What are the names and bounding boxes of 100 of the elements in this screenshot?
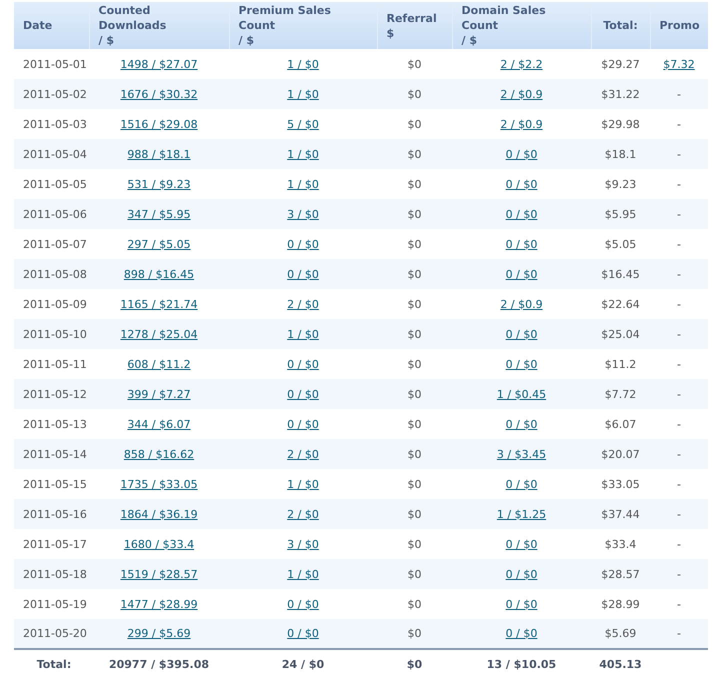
table-link[interactable]: 0 / $0 bbox=[506, 478, 538, 490]
table-link[interactable]: 1 / $0 bbox=[287, 148, 319, 160]
table-cell: $33.4 bbox=[604, 538, 636, 550]
table-link[interactable]: 0 / $0 bbox=[506, 268, 538, 280]
table-link[interactable]: 0 / $0 bbox=[506, 418, 538, 430]
table-cell: $5.95 bbox=[604, 208, 636, 220]
table-cell: 2011-05-11 bbox=[23, 358, 87, 370]
table-link[interactable]: 1680 / $33.4 bbox=[124, 538, 194, 550]
table-link[interactable]: 0 / $0 bbox=[506, 568, 538, 580]
column-header: Premium Sales Count / $ bbox=[229, 2, 377, 49]
table-cell: - bbox=[677, 178, 681, 190]
table-cell: $0 bbox=[408, 418, 422, 430]
table-link[interactable]: 1 / $1.25 bbox=[496, 508, 546, 520]
table-cell: 2011-05-14 bbox=[23, 448, 87, 460]
table-cell: - bbox=[677, 118, 681, 130]
table-link[interactable]: 0 / $0 bbox=[287, 627, 319, 640]
table-cell: - bbox=[677, 148, 681, 160]
table-link[interactable]: 0 / $0 bbox=[506, 208, 538, 220]
table-cell: $0 bbox=[408, 328, 422, 340]
table-cell: $29.27 bbox=[601, 58, 640, 70]
table-link[interactable]: 1516 / $29.08 bbox=[120, 118, 198, 130]
table-link[interactable]: 0 / $0 bbox=[506, 178, 538, 190]
table-link[interactable]: 1 / $0 bbox=[287, 178, 319, 190]
table-link[interactable]: 3 / $0 bbox=[287, 208, 319, 220]
table-link[interactable]: 2 / $0 bbox=[287, 508, 319, 520]
table-link[interactable]: 0 / $0 bbox=[506, 238, 538, 250]
total-cell: $0 bbox=[406, 658, 422, 670]
total-cell: 20977 / $395.08 bbox=[108, 658, 210, 670]
table-link[interactable]: 2 / $0 bbox=[287, 298, 319, 310]
table-link[interactable]: 1 / $0.45 bbox=[496, 388, 546, 400]
table-link[interactable]: 0 / $0 bbox=[506, 328, 538, 340]
table-link[interactable]: 0 / $0 bbox=[506, 598, 538, 610]
table-link[interactable]: $7.32 bbox=[663, 58, 695, 70]
table-link[interactable]: 531 / $9.23 bbox=[127, 178, 191, 190]
table-link[interactable]: 0 / $0 bbox=[287, 268, 319, 280]
table-link[interactable]: 299 / $5.69 bbox=[127, 627, 191, 640]
table-link[interactable]: 399 / $7.27 bbox=[127, 388, 191, 400]
total-cell: 24 / $0 bbox=[282, 658, 324, 670]
table-link[interactable]: 0 / $0 bbox=[287, 358, 319, 370]
table-link[interactable]: 988 / $18.1 bbox=[127, 148, 191, 160]
table-cell: $0 bbox=[408, 627, 422, 640]
table-link[interactable]: 1477 / $28.99 bbox=[120, 598, 198, 610]
table-link[interactable]: 1 / $0 bbox=[287, 328, 319, 340]
table-link[interactable]: 0 / $0 bbox=[287, 388, 319, 400]
table-link[interactable]: 1 / $0 bbox=[287, 88, 319, 100]
column-header: Referral $ bbox=[377, 2, 452, 49]
table-cell: $0 bbox=[408, 388, 422, 400]
table-cell: - bbox=[677, 298, 681, 310]
table-cell: - bbox=[677, 598, 681, 610]
table-cell: 2011-05-05 bbox=[23, 178, 87, 190]
table-cell: $6.07 bbox=[604, 418, 636, 430]
table-cell: $0 bbox=[408, 358, 422, 370]
table-cell: $16.45 bbox=[601, 268, 640, 280]
total-cell: 13 / $10.05 bbox=[486, 658, 556, 670]
table-link[interactable]: 1165 / $21.74 bbox=[120, 298, 198, 310]
column-header: Total: bbox=[591, 2, 650, 49]
table-link[interactable]: 2 / $2.2 bbox=[500, 58, 543, 70]
table-link[interactable]: 0 / $0 bbox=[287, 418, 319, 430]
table-cell: $18.1 bbox=[604, 148, 636, 160]
table-link[interactable]: 2 / $0.9 bbox=[500, 88, 543, 100]
table-link[interactable]: 344 / $6.07 bbox=[127, 418, 191, 430]
table-link[interactable]: 0 / $0 bbox=[506, 148, 538, 160]
table-cell: $0 bbox=[408, 58, 422, 70]
table-cell: 2011-05-01 bbox=[23, 58, 87, 70]
table-link[interactable]: 2 / $0.9 bbox=[500, 118, 543, 130]
table-link[interactable]: 347 / $5.95 bbox=[127, 208, 191, 220]
table-cell: - bbox=[677, 627, 681, 640]
table-link[interactable]: 0 / $0 bbox=[506, 538, 538, 550]
table-cell: $0 bbox=[408, 598, 422, 610]
table-cell: $11.2 bbox=[604, 358, 636, 370]
table-cell: $0 bbox=[408, 178, 422, 190]
table-cell: $31.22 bbox=[601, 88, 640, 100]
table-link[interactable]: 0 / $0 bbox=[287, 238, 319, 250]
table-cell: 2011-05-12 bbox=[23, 388, 87, 400]
table-link[interactable]: 608 / $11.2 bbox=[127, 358, 191, 370]
table-link[interactable]: 0 / $0 bbox=[506, 358, 538, 370]
table-cell: - bbox=[677, 568, 681, 580]
table-cell: - bbox=[677, 358, 681, 370]
table-cell: 2011-05-10 bbox=[23, 328, 87, 340]
table-cell: $0 bbox=[408, 448, 422, 460]
table-link[interactable]: 1 / $0 bbox=[287, 58, 319, 70]
table-link[interactable]: 1735 / $33.05 bbox=[120, 478, 198, 490]
table-link[interactable]: 2 / $0.9 bbox=[500, 298, 543, 310]
table-link[interactable]: 3 / $3.45 bbox=[496, 448, 546, 460]
table-link[interactable]: 3 / $0 bbox=[287, 538, 319, 550]
table-link[interactable]: 2 / $0 bbox=[287, 448, 319, 460]
table-link[interactable]: 5 / $0 bbox=[287, 118, 319, 130]
table-cell: - bbox=[677, 208, 681, 220]
table-cell: $5.05 bbox=[604, 238, 636, 250]
table-cell: 2011-05-04 bbox=[23, 148, 87, 160]
table-link[interactable]: 1 / $0 bbox=[287, 478, 319, 490]
table-link[interactable]: 1498 / $27.07 bbox=[120, 58, 198, 70]
table-link[interactable]: 297 / $5.05 bbox=[127, 238, 191, 250]
table-link[interactable]: 0 / $0 bbox=[506, 627, 538, 640]
table-cell: - bbox=[677, 328, 681, 340]
table-cell: 2011-05-08 bbox=[23, 268, 87, 280]
table-cell: - bbox=[677, 508, 681, 520]
table-link[interactable]: 1 / $0 bbox=[287, 568, 319, 580]
table-link[interactable]: 0 / $0 bbox=[287, 598, 319, 610]
table-cell: $0 bbox=[408, 208, 422, 220]
